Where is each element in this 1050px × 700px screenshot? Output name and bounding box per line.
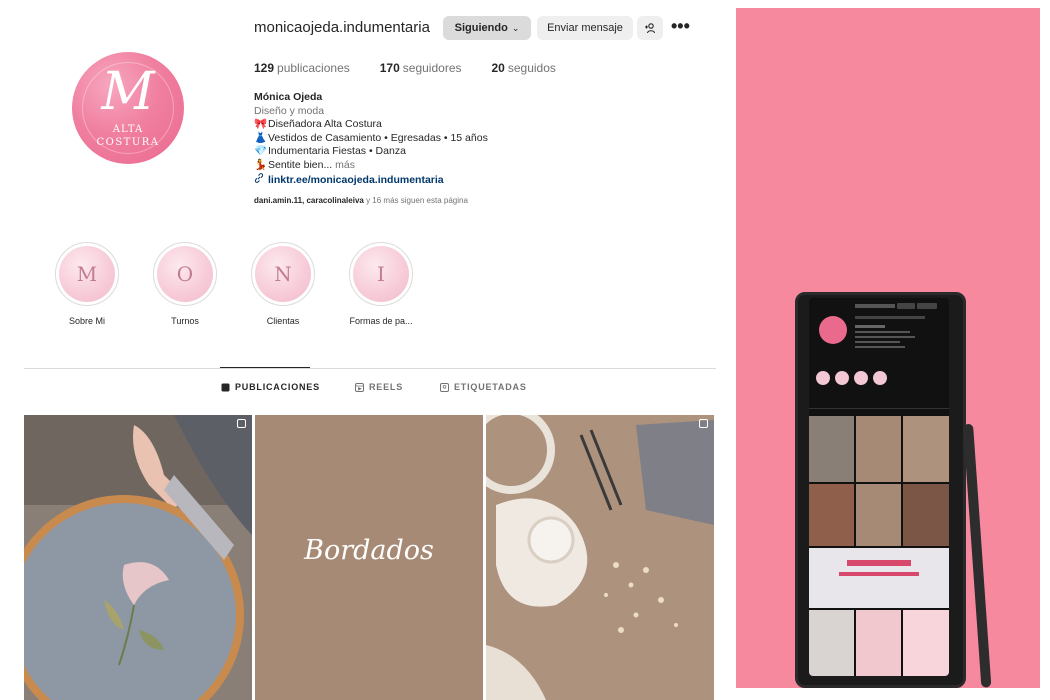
bio-link[interactable]: linktr.ee/monicaojeda.indumentaria bbox=[268, 174, 444, 186]
following-button-label: Siguiendo bbox=[454, 22, 508, 34]
bio-line-text: Diseñadora Alta Costura bbox=[268, 118, 382, 131]
tab-label: PUBLICACIONES bbox=[235, 382, 320, 392]
stat-followers[interactable]: 170 seguidores bbox=[380, 61, 462, 75]
bio-line-text: Vestidos de Casamiento • Egresadas • 15 … bbox=[268, 131, 488, 144]
instagram-profile-page: M ALTA COSTURA monicaojeda.indumentaria … bbox=[0, 0, 1050, 700]
multiple-images-icon bbox=[237, 419, 246, 428]
phone-screen bbox=[809, 298, 949, 676]
profile-bio: Mónica Ojeda Diseño y moda 🎀Diseñadora A… bbox=[254, 91, 488, 187]
reels-icon bbox=[355, 382, 364, 392]
tab-etiquetadas[interactable]: ETIQUETADAS bbox=[440, 382, 527, 392]
dress-icon: 👗 bbox=[254, 131, 268, 144]
profile-stats: 129 publicaciones 170 seguidores 20 seguido… bbox=[254, 61, 586, 75]
highlight-cover: N bbox=[255, 246, 311, 302]
multiple-images-icon bbox=[699, 419, 708, 428]
bio-line: 🎀Diseñadora Alta Costura bbox=[254, 118, 488, 132]
highlight-ring: I bbox=[349, 242, 413, 306]
bio-line-text: Indumentaria Fiestas • Danza bbox=[268, 145, 406, 158]
send-message-button[interactable]: Enviar mensaje bbox=[537, 16, 633, 40]
post-lace[interactable] bbox=[486, 415, 714, 700]
highlight-cover: M bbox=[59, 246, 115, 302]
highlight-ring: N bbox=[251, 242, 315, 306]
stat-posts[interactable]: 129 publicaciones bbox=[254, 61, 350, 75]
highlight-label: Clientas bbox=[266, 316, 300, 326]
followed-by-text[interactable]: dani.amin.11, caracolinaleiva y 16 más s… bbox=[254, 196, 468, 205]
highlight-ring: O bbox=[153, 242, 217, 306]
tab-label: REELS bbox=[369, 382, 404, 392]
bio-link-row: linktr.ee/monicaojeda.indumentaria bbox=[254, 172, 488, 188]
dancer-icon: 💃 bbox=[254, 158, 268, 171]
bio-category: Diseño y moda bbox=[254, 104, 325, 117]
highlight-cover: O bbox=[157, 246, 213, 302]
stat-followers-count: 170 bbox=[379, 61, 400, 75]
chevron-down-icon: ⌄ bbox=[511, 22, 520, 33]
tab-reels[interactable]: REELS bbox=[355, 382, 403, 392]
bio-line: 👗Vestidos de Casamiento • Egresadas • 15… bbox=[254, 132, 488, 146]
bio-name: Mónica Ojeda bbox=[254, 91, 323, 103]
avatar-text-line1: ALTA bbox=[112, 124, 144, 135]
lace-photo bbox=[486, 415, 714, 700]
tabs-divider bbox=[24, 368, 716, 369]
profile-username: monicaojeda.indumentaria bbox=[254, 19, 430, 36]
bio-line: 💃Sentite bien... más bbox=[254, 159, 488, 173]
link-icon bbox=[254, 172, 268, 188]
stat-following-label: seguidos bbox=[507, 61, 556, 75]
active-tab-indicator bbox=[220, 367, 310, 368]
add-person-icon bbox=[645, 23, 656, 34]
highlight-clientas[interactable]: N Clientas bbox=[248, 242, 318, 326]
embroidery-photo bbox=[24, 415, 252, 700]
post-embroidery[interactable] bbox=[24, 415, 252, 700]
highlight-sobre-mi[interactable]: M Sobre Mi bbox=[52, 242, 122, 326]
stat-following[interactable]: 20 seguidos bbox=[492, 61, 556, 75]
highlight-formas-de-pago[interactable]: I Formas de pa... bbox=[346, 242, 416, 326]
suggest-accounts-button[interactable] bbox=[637, 16, 663, 40]
avatar-text-line2: COSTURA bbox=[96, 137, 160, 148]
post-bordados[interactable]: Bordados bbox=[255, 415, 483, 700]
grid-icon bbox=[221, 383, 230, 392]
highlight-label: Sobre Mi bbox=[68, 316, 105, 326]
following-button[interactable]: Siguiendo ⌄ bbox=[443, 16, 531, 40]
bio-more-link[interactable]: más bbox=[335, 159, 355, 171]
highlight-label: Turnos bbox=[171, 316, 199, 326]
avatar-monogram: M bbox=[101, 62, 155, 122]
tagged-icon bbox=[440, 382, 449, 392]
stat-followers-label: seguidores bbox=[402, 61, 462, 75]
stat-posts-count: 129 bbox=[254, 61, 275, 75]
followed-by-rest: y 16 más siguen esta página bbox=[366, 196, 468, 205]
tab-publicaciones[interactable]: PUBLICACIONES bbox=[221, 382, 320, 392]
highlight-turnos[interactable]: O Turnos bbox=[150, 242, 220, 326]
stat-following-count: 20 bbox=[491, 61, 505, 75]
highlight-ring: M bbox=[55, 242, 119, 306]
highlight-label: Formas de pa... bbox=[349, 316, 413, 326]
profile-avatar[interactable]: M ALTA COSTURA bbox=[72, 52, 184, 164]
tab-label: ETIQUETADAS bbox=[454, 382, 527, 392]
phone-screen-preview bbox=[809, 298, 949, 676]
gem-icon: 💎 bbox=[254, 145, 268, 158]
bio-line: 💎Indumentaria Fiestas • Danza bbox=[254, 145, 488, 159]
post-title-text: Bordados bbox=[304, 535, 434, 566]
stat-posts-label: publicaciones bbox=[277, 61, 350, 75]
highlight-cover: I bbox=[353, 246, 409, 302]
followed-by-users: dani.amin.11, caracolinaleiva bbox=[254, 196, 364, 205]
bow-icon: 🎀 bbox=[254, 118, 268, 131]
more-options-icon[interactable]: ••• bbox=[671, 17, 690, 35]
bio-line-text: Sentite bien... bbox=[268, 158, 333, 171]
